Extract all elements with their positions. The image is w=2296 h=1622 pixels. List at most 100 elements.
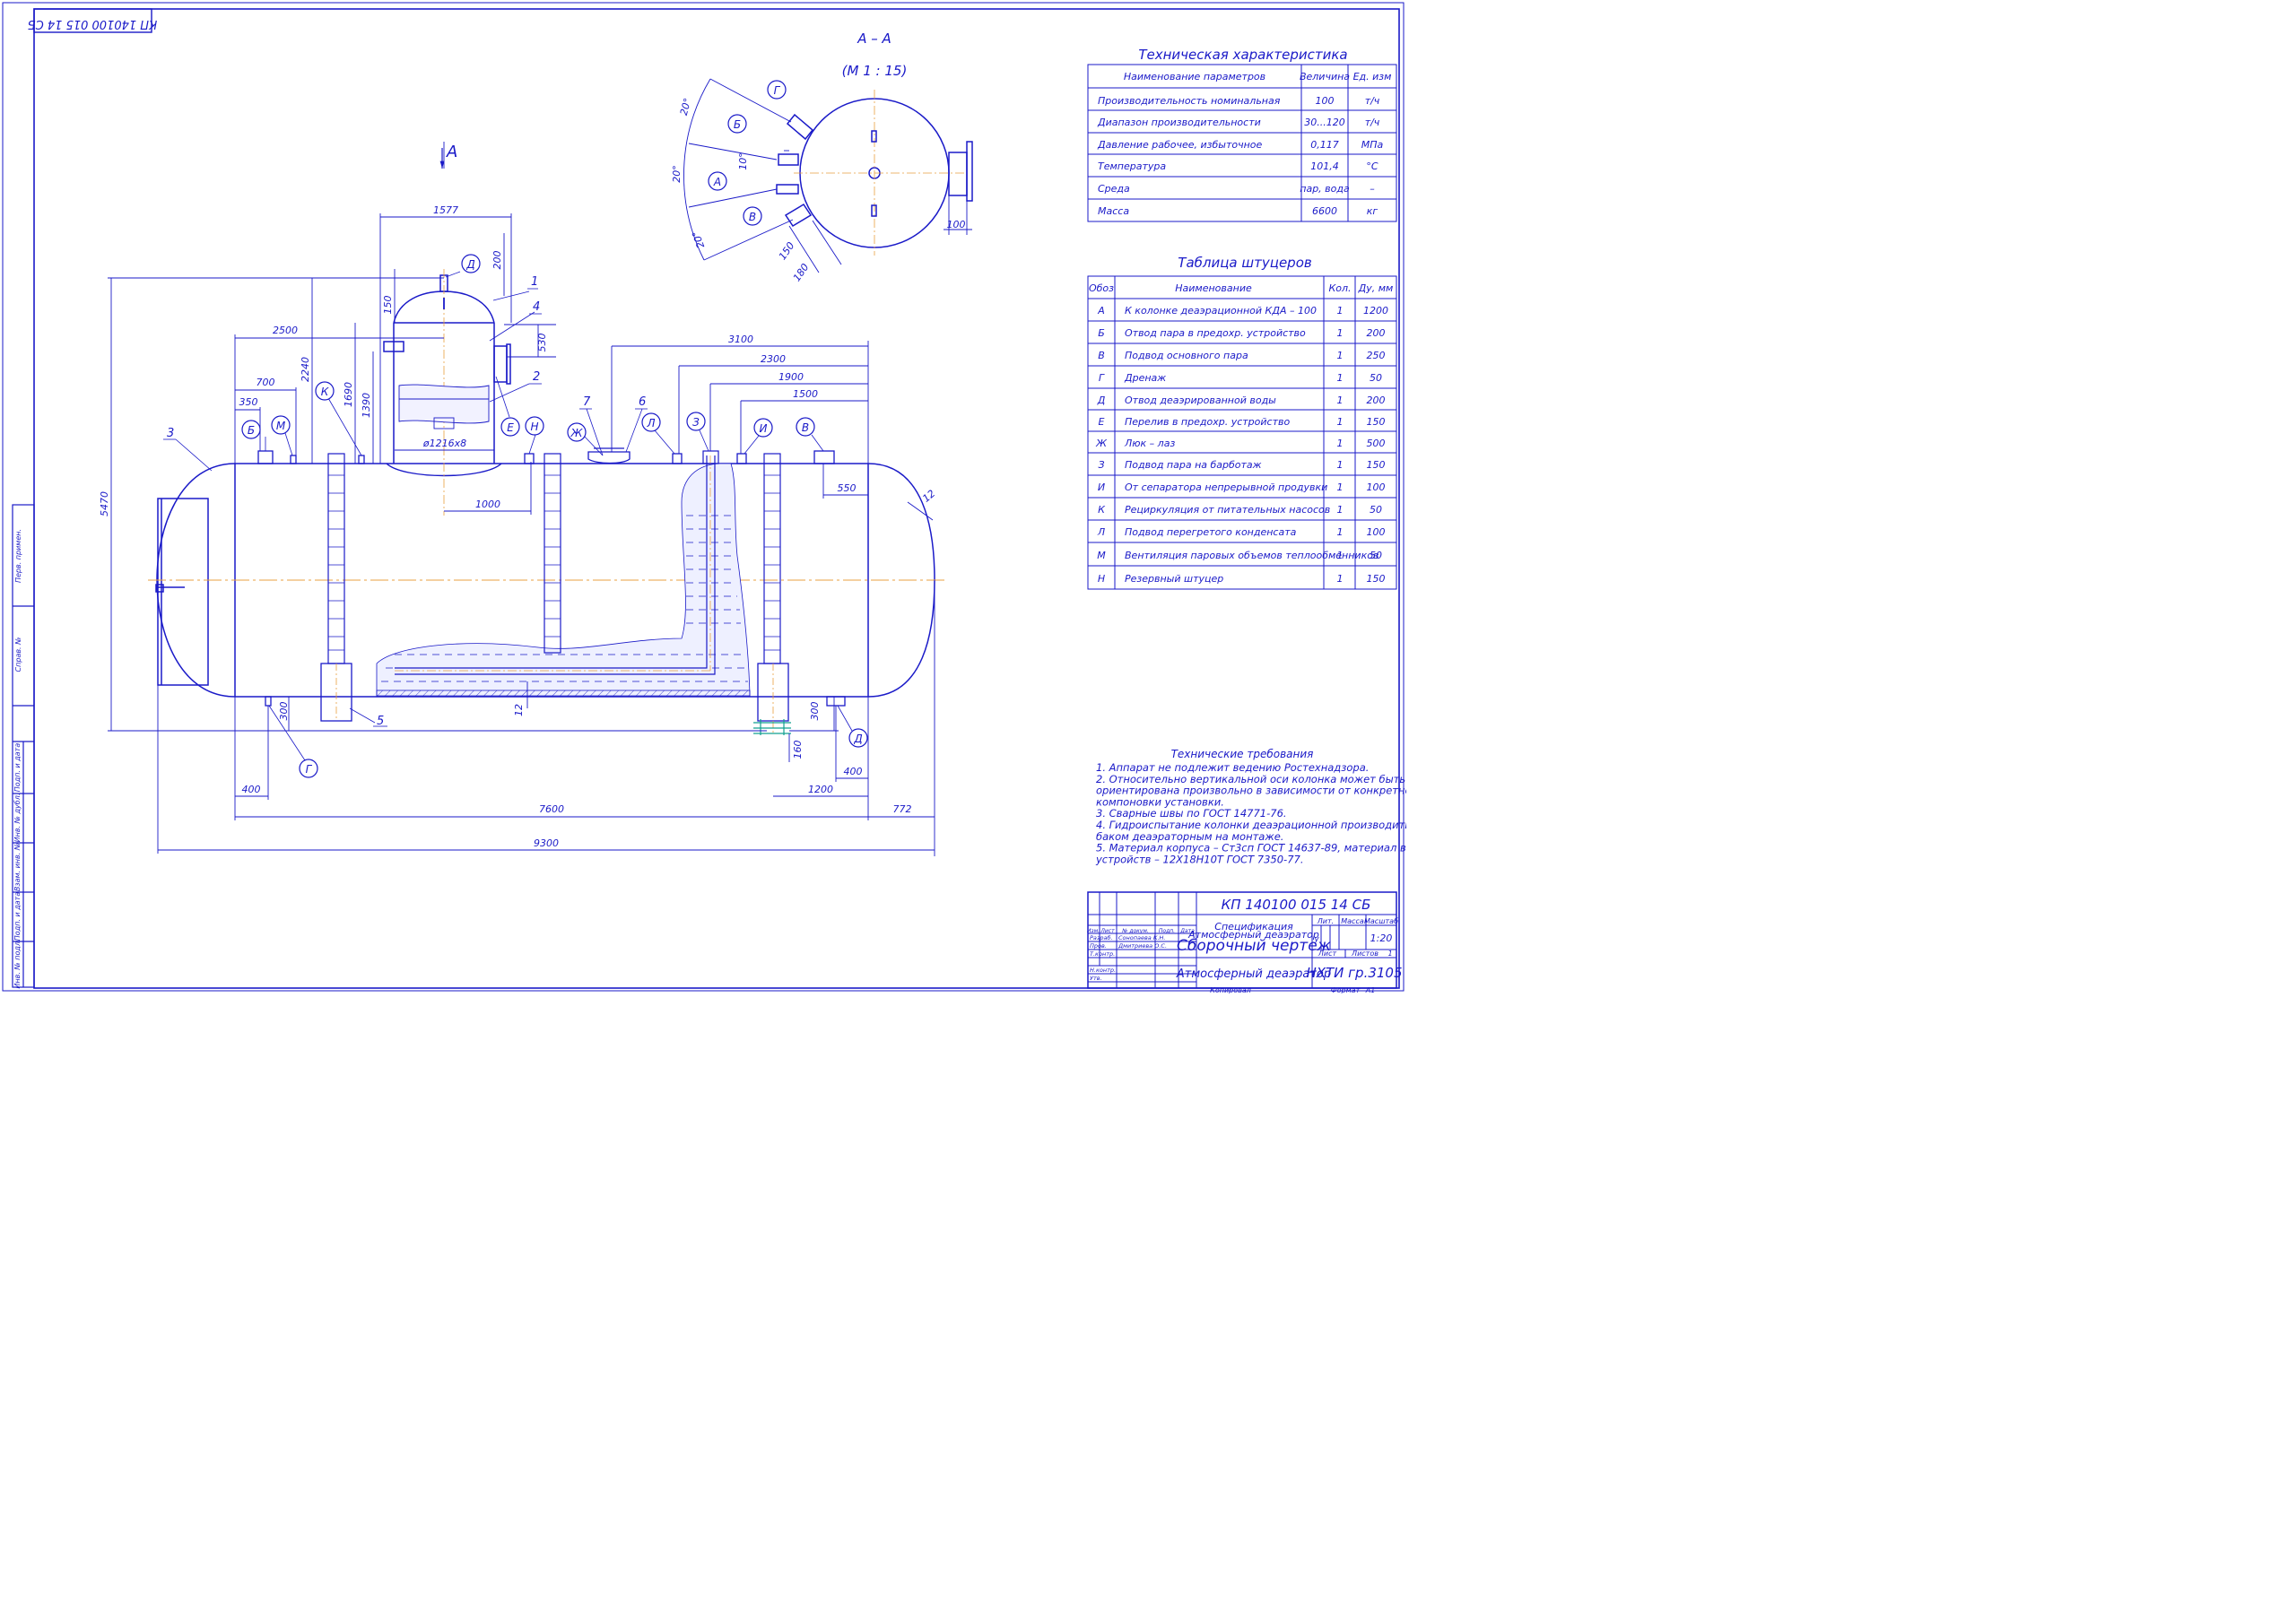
requirements-title: Технические требования bbox=[1171, 748, 1314, 760]
nozzle-row-4-col-0: Д bbox=[1097, 395, 1106, 406]
nozzle-row-9-col-3: 50 bbox=[1370, 504, 1382, 516]
nozzle-row-3-col-3: 50 bbox=[1370, 372, 1382, 384]
dim-1200: 1200 bbox=[808, 784, 833, 795]
dim-150-top: 150 bbox=[382, 296, 394, 315]
tb-col-doc: № докум. bbox=[1121, 928, 1149, 934]
nozzle-row-12-col-2: 1 bbox=[1337, 573, 1344, 585]
nozzle-row-2-col-2: 1 bbox=[1337, 350, 1344, 361]
callout-B: Б bbox=[248, 424, 255, 437]
nozzle-row-1-col-0: Б bbox=[1098, 327, 1105, 339]
nz-h-qty: Кол. bbox=[1328, 282, 1351, 294]
nozzle-row-9-col-2: 1 bbox=[1337, 504, 1344, 516]
tb-role-5: Утв. bbox=[1090, 975, 1102, 982]
nozzle-row-7-col-3: 150 bbox=[1367, 459, 1386, 471]
nozzle-row-5-col-0: Е bbox=[1099, 416, 1105, 428]
dim-dia: ø1216х8 bbox=[422, 438, 466, 449]
sect-180: 180 bbox=[791, 262, 812, 284]
pos-4: 4 bbox=[533, 300, 540, 314]
tb-role-1: Пров. bbox=[1090, 942, 1107, 950]
dim-1000: 1000 bbox=[475, 499, 500, 510]
tb-col-date: Дата bbox=[1179, 928, 1195, 934]
tb-mass-h: Масса bbox=[1341, 917, 1364, 925]
dim-1577: 1577 bbox=[433, 204, 458, 216]
section-leaders bbox=[683, 78, 972, 273]
dim-1500: 1500 bbox=[793, 388, 818, 400]
drawing-sheet: КП 140100 015 14 СБ Перв. примен. Справ.… bbox=[2, 2, 1406, 993]
callout-M: М bbox=[276, 420, 286, 432]
tc-r5-name: Масса bbox=[1098, 205, 1129, 217]
tb-role-2: Т.контр. bbox=[1090, 950, 1115, 958]
angle-20-a: 20° bbox=[678, 97, 694, 117]
tb-sheets: 1 bbox=[1387, 950, 1392, 958]
tc-r3-val: 101,4 bbox=[1310, 160, 1339, 172]
tc-h-unit: Ед. изм bbox=[1353, 71, 1392, 82]
nozzle-row-2-col-3: 250 bbox=[1367, 350, 1386, 361]
callout-K: К bbox=[321, 386, 329, 398]
tc-r5-unit: кг bbox=[1367, 205, 1378, 217]
tb-col-list: Лист bbox=[1100, 928, 1115, 934]
nozzle-row-4-col-2: 1 bbox=[1337, 395, 1344, 406]
view-label: А bbox=[446, 143, 457, 161]
strip-label-3: Подп. и дата bbox=[13, 743, 22, 793]
dim-2300: 2300 bbox=[761, 353, 786, 365]
tc-r0-val: 100 bbox=[1316, 95, 1335, 107]
tc-r3-name: Температура bbox=[1098, 160, 1166, 172]
tc-r0-name: Производительность номинальная bbox=[1098, 95, 1281, 107]
nozzle-row-6-col-3: 500 bbox=[1367, 438, 1386, 449]
dim-700: 700 bbox=[257, 377, 275, 388]
nz-h-code: Обоз bbox=[1089, 282, 1114, 294]
foundation-bolts bbox=[753, 719, 791, 735]
tc-r5-val: 6600 bbox=[1312, 205, 1337, 217]
tb-copied: Копировал bbox=[1210, 986, 1251, 993]
callout-Z: З bbox=[692, 416, 700, 429]
tc-r1-val: 30...120 bbox=[1304, 117, 1344, 128]
tb-code: КП 140100 015 14 СБ bbox=[1222, 897, 1371, 913]
tb-scale: 1:20 bbox=[1370, 932, 1393, 944]
nozzle-row-10-col-2: 1 bbox=[1337, 526, 1344, 538]
tb-col-sign: Подп. bbox=[1159, 928, 1175, 934]
nozzle-row-3-col-1: Дренаж bbox=[1124, 372, 1166, 384]
nozzle-row-1-col-1: Отвод пара в предохр. устройство bbox=[1125, 327, 1306, 339]
angle-20-b: 20° bbox=[671, 165, 683, 183]
tb-scale-h: Масштаб bbox=[1364, 917, 1398, 925]
dim-12-bottom: 12 bbox=[513, 704, 525, 716]
dim-7600: 7600 bbox=[539, 803, 564, 815]
dim-9300: 9300 bbox=[534, 837, 559, 849]
nozzle-row-0-col-0: А bbox=[1097, 305, 1105, 317]
pos-2: 2 bbox=[533, 370, 540, 384]
nozzle-row-3-col-0: Г bbox=[1099, 372, 1105, 384]
callout-I: И bbox=[760, 422, 768, 435]
callout-V: В bbox=[802, 421, 809, 434]
tb-sheets-h: Листов bbox=[1351, 950, 1378, 958]
tc-h-val: Величина bbox=[1300, 71, 1350, 82]
nozzle-row-2-col-1: Подвод основного пара bbox=[1125, 350, 1248, 361]
callout-V2: В bbox=[749, 211, 756, 223]
nozzle-row-3-col-2: 1 bbox=[1337, 372, 1344, 384]
dim-12-right: 12 bbox=[920, 488, 937, 505]
nozzle-row-4-col-1: Отвод деаэрированной воды bbox=[1125, 395, 1276, 406]
dim-2240: 2240 bbox=[300, 357, 311, 382]
tb-col-izm: Изм. bbox=[1087, 928, 1100, 934]
nozzle-row-8-col-3: 100 bbox=[1367, 481, 1386, 493]
nozzle-row-5-col-2: 1 bbox=[1337, 416, 1344, 428]
angle-10: 10° bbox=[737, 152, 749, 170]
dim-530: 530 bbox=[536, 334, 548, 352]
dim-2500: 2500 bbox=[273, 325, 298, 336]
tc-r2-name: Давление рабочее, избыточное bbox=[1097, 139, 1263, 151]
tb-role-4: Н.контр. bbox=[1090, 967, 1116, 974]
nozzle-row-5-col-3: 150 bbox=[1367, 416, 1386, 428]
nozzle-row-5-col-1: Перелив в предохр. устройство bbox=[1125, 416, 1290, 428]
nozzle-row-2-col-0: В bbox=[1098, 350, 1105, 361]
dim-400-right: 400 bbox=[844, 766, 863, 777]
nozzle-row-0-col-2: 1 bbox=[1337, 305, 1344, 317]
dim-1690: 1690 bbox=[343, 382, 354, 407]
nozzles-grid bbox=[1087, 275, 1397, 590]
tb-person-1: Дмитриева О.С. bbox=[1118, 942, 1167, 950]
nozzles-title: Таблица штуцеров bbox=[1178, 255, 1312, 271]
nozzle-row-10-col-1: Подвод перегретого конденсата bbox=[1125, 526, 1297, 538]
section-title: А – А bbox=[857, 30, 891, 47]
nozzle-row-11-col-0: М bbox=[1097, 550, 1106, 561]
rotated-stamp-code: КП 140100 015 14 СБ bbox=[28, 17, 158, 30]
dim-3100: 3100 bbox=[728, 334, 753, 345]
angle-20-c: 20° bbox=[690, 230, 707, 250]
